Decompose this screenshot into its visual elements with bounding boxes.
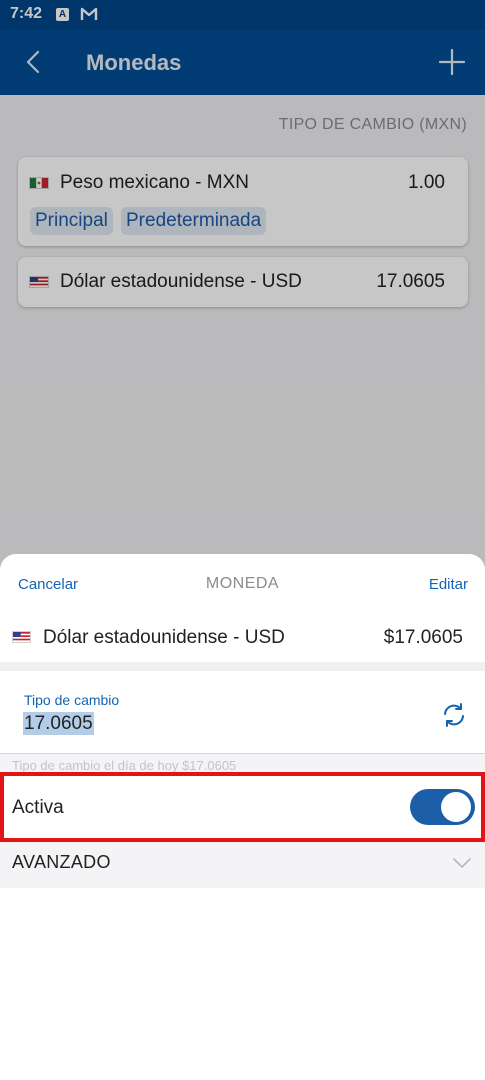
advanced-label: AVANZADO bbox=[12, 852, 111, 872]
active-toggle-row[interactable]: Activa bbox=[0, 772, 485, 842]
refresh-icon[interactable] bbox=[440, 701, 468, 729]
selected-currency: Dólar estadounidense - USD $17.0605 bbox=[0, 614, 485, 662]
rate-today-hint: Tipo de cambio el día de hoy $17.0605 bbox=[0, 754, 485, 772]
advanced-section[interactable]: AVANZADO bbox=[0, 842, 485, 888]
rate-today-text: Tipo de cambio el día de hoy $17.0605 bbox=[12, 758, 237, 772]
currency-value: $17.0605 bbox=[383, 627, 463, 648]
exchange-rate-input[interactable]: 17.0605 bbox=[23, 712, 94, 735]
exchange-rate-field[interactable]: Tipo de cambio 17.0605 bbox=[0, 671, 485, 754]
divider bbox=[0, 662, 485, 671]
sheet-title: MONEDA bbox=[205, 575, 280, 592]
toggle-knob bbox=[441, 792, 471, 822]
currency-name: Dólar estadounidense - USD bbox=[43, 627, 285, 648]
currency-sheet: Cancelar MONEDA Editar Dólar estadounide… bbox=[0, 554, 485, 1080]
active-label: Activa bbox=[12, 797, 64, 818]
edit-button[interactable]: Editar bbox=[429, 576, 468, 593]
chevron-down-icon bbox=[453, 858, 471, 868]
exchange-rate-label: Tipo de cambio bbox=[24, 692, 120, 708]
active-toggle[interactable] bbox=[410, 789, 475, 825]
usa-flag-icon bbox=[12, 631, 31, 643]
